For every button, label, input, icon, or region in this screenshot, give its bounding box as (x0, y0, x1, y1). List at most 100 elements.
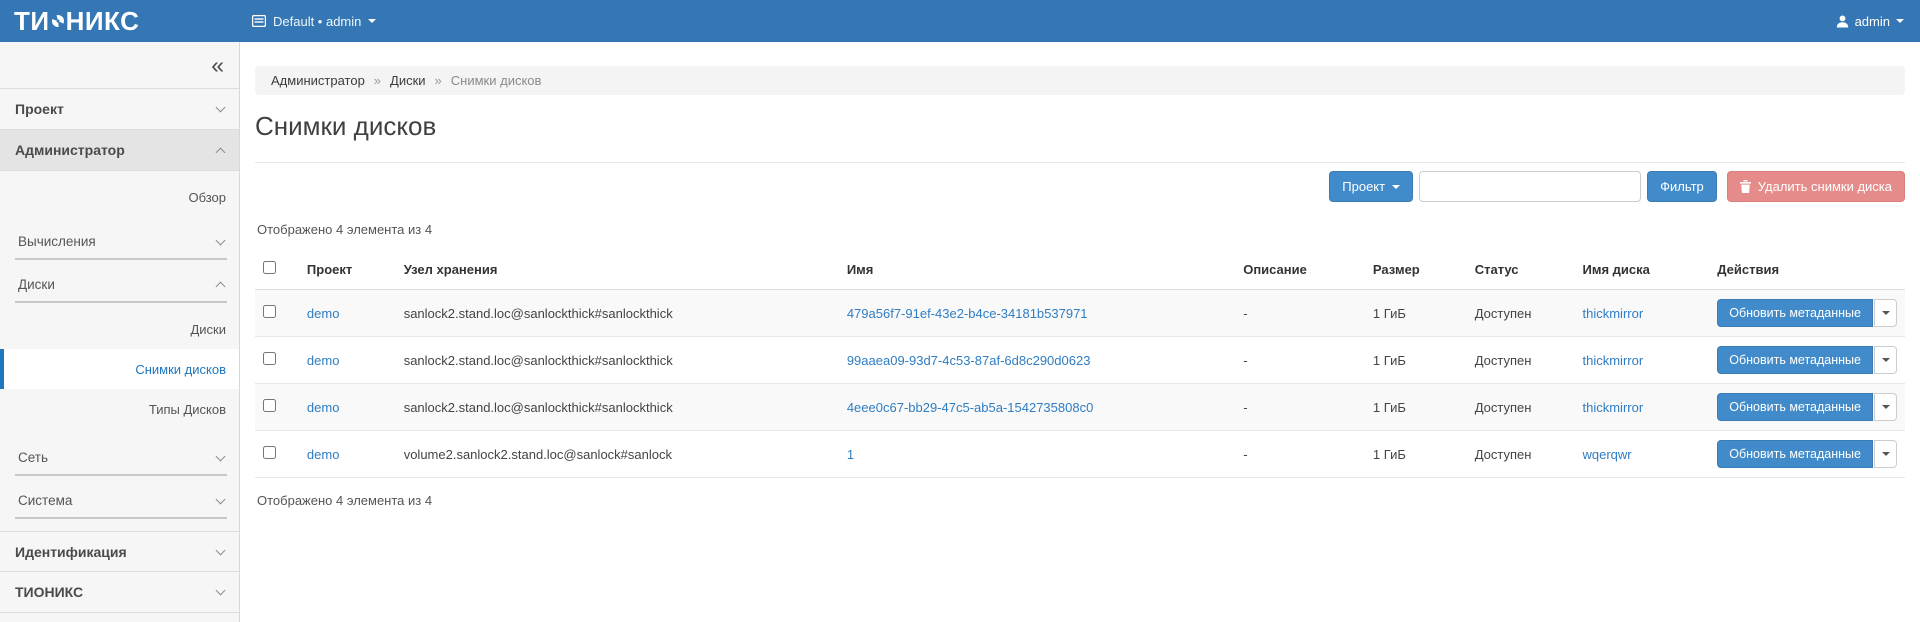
brand-swirl-icon (52, 15, 64, 27)
sidebar-item-label: Проект (15, 101, 64, 117)
page-header: Снимки дисков (255, 95, 1905, 163)
brand-logo[interactable]: ТИ НИКС (0, 8, 240, 34)
trash-icon (1740, 180, 1751, 193)
host-cell: sanlock2.stand.loc@sanlockthick#sanlockt… (396, 290, 839, 337)
project-link[interactable]: demo (307, 353, 340, 368)
context-switcher[interactable]: Default • admin (252, 14, 376, 29)
column-header-name: Имя (839, 249, 1235, 290)
status-cell: Доступен (1467, 431, 1575, 478)
sidebar-item-volumes[interactable]: Диски (0, 309, 239, 349)
status-cell: Доступен (1467, 290, 1575, 337)
table-row: demo sanlock2.stand.loc@sanlockthick#san… (255, 337, 1905, 384)
chevron-down-icon (216, 494, 226, 504)
sidebar-item-admin[interactable]: Администратор (0, 130, 239, 171)
page-title: Снимки дисков (255, 111, 1905, 142)
table-row: demo sanlock2.stand.loc@sanlockthick#san… (255, 384, 1905, 431)
update-metadata-button[interactable]: Обновить метаданные (1717, 346, 1873, 374)
sidebar-item-label: Снимки дисков (135, 362, 226, 377)
sidebar-item-label: Типы Дисков (149, 402, 226, 417)
sidebar-item-overview[interactable]: Обзор (0, 177, 239, 217)
sidebar-collapse-row: « (0, 42, 239, 89)
sidebar-item-tionix[interactable]: ТИОНИКС (0, 572, 239, 613)
row-checkbox[interactable] (263, 399, 276, 412)
column-header-actions: Действия (1709, 249, 1905, 290)
sidebar-group-volumes[interactable]: Диски (15, 264, 227, 303)
select-all-checkbox[interactable] (263, 261, 276, 274)
sidebar-group-network[interactable]: Сеть (15, 437, 227, 476)
update-metadata-button[interactable]: Обновить метаданные (1717, 393, 1873, 421)
sidebar-item-label: Идентификация (15, 544, 127, 560)
breadcrumb-link-volumes[interactable]: Диски (390, 73, 426, 88)
size-cell: 1 ГиБ (1365, 290, 1467, 337)
user-icon (1836, 15, 1849, 28)
chevron-down-icon (1882, 311, 1890, 315)
size-cell: 1 ГиБ (1365, 384, 1467, 431)
row-actions: Обновить метаданные (1717, 393, 1897, 421)
volume-name-link[interactable]: thickmirror (1583, 306, 1644, 321)
user-label: admin (1855, 14, 1890, 29)
user-menu[interactable]: admin (1836, 14, 1904, 29)
snapshot-name-link[interactable]: 1 (847, 447, 854, 462)
sidebar-item-label: Вычисления (18, 234, 96, 249)
volume-name-link[interactable]: wqerqwr (1583, 447, 1632, 462)
breadcrumb-link-admin[interactable]: Администратор (271, 73, 365, 88)
project-link[interactable]: demo (307, 306, 340, 321)
chevron-down-icon (1896, 19, 1904, 23)
filter-button[interactable]: Фильтр (1647, 171, 1717, 202)
chevron-down-icon (1392, 185, 1400, 189)
volume-name-link[interactable]: thickmirror (1583, 400, 1644, 415)
row-actions: Обновить метаданные (1717, 299, 1897, 327)
sidebar-item-label: Диски (18, 277, 55, 292)
sidebar-group-system[interactable]: Система (15, 480, 227, 519)
status-cell: Доступен (1467, 384, 1575, 431)
row-checkbox[interactable] (263, 305, 276, 318)
table-header-row: Проект Узел хранения Имя Описание Размер… (255, 249, 1905, 290)
description-cell: - (1235, 337, 1365, 384)
row-checkbox[interactable] (263, 352, 276, 365)
sidebar-item-volume-snapshots[interactable]: Снимки дисков (0, 349, 239, 389)
filter-input[interactable] (1419, 171, 1641, 202)
sidebar-item-volume-types[interactable]: Типы Дисков (0, 389, 239, 429)
row-actions-dropdown-toggle[interactable] (1874, 393, 1897, 421)
project-link[interactable]: demo (307, 400, 340, 415)
breadcrumb-current: Снимки дисков (451, 73, 542, 88)
snapshot-name-link[interactable]: 99aaea09-93d7-4c53-87af-6d8c290d0623 (847, 353, 1091, 368)
sidebar-item-label: Обзор (188, 190, 226, 205)
sidebar-collapse-button[interactable]: « (211, 54, 224, 77)
update-metadata-button[interactable]: Обновить метаданные (1717, 299, 1873, 327)
chevron-up-icon (216, 147, 226, 157)
row-actions-dropdown-toggle[interactable] (1874, 346, 1897, 374)
breadcrumb-separator: » (435, 73, 442, 88)
column-header-description: Описание (1235, 249, 1365, 290)
chevron-down-icon (216, 586, 226, 596)
column-header-size: Размер (1365, 249, 1467, 290)
description-cell: - (1235, 431, 1365, 478)
volume-name-link[interactable]: thickmirror (1583, 353, 1644, 368)
row-actions-dropdown-toggle[interactable] (1874, 440, 1897, 468)
snapshot-name-link[interactable]: 479a56f7-91ef-43e2-b4ce-34181b537971 (847, 306, 1088, 321)
row-checkbox[interactable] (263, 446, 276, 459)
chevron-down-icon (1882, 452, 1890, 456)
chevron-down-icon (368, 19, 376, 23)
delete-snapshots-button[interactable]: Удалить снимки диска (1727, 171, 1905, 202)
sidebar-item-label: Диски (190, 322, 226, 337)
context-label: Default • admin (273, 14, 361, 29)
project-link[interactable]: demo (307, 447, 340, 462)
sidebar-item-project[interactable]: Проект (0, 89, 239, 130)
table-row: demo volume2.sanlock2.stand.loc@sanlock#… (255, 431, 1905, 478)
update-metadata-button[interactable]: Обновить метаданные (1717, 440, 1873, 468)
sidebar-item-label: ТИОНИКС (15, 584, 83, 600)
description-cell: - (1235, 290, 1365, 337)
sidebar-item-label: Администратор (15, 142, 125, 158)
chevron-down-icon (1882, 358, 1890, 362)
chevron-down-icon (1882, 405, 1890, 409)
snapshot-name-link[interactable]: 4eee0c67-bb29-47c5-ab5a-1542735808c0 (847, 400, 1094, 415)
sidebar-group-compute[interactable]: Вычисления (15, 221, 227, 260)
project-filter-dropdown[interactable]: Проект (1329, 171, 1413, 202)
column-header-status: Статус (1467, 249, 1575, 290)
row-actions: Обновить метаданные (1717, 346, 1897, 374)
row-actions-dropdown-toggle[interactable] (1874, 299, 1897, 327)
chevron-down-icon (216, 545, 226, 555)
breadcrumb: Администратор » Диски » Снимки дисков (255, 66, 1905, 95)
sidebar-item-identity[interactable]: Идентификация (0, 531, 239, 572)
